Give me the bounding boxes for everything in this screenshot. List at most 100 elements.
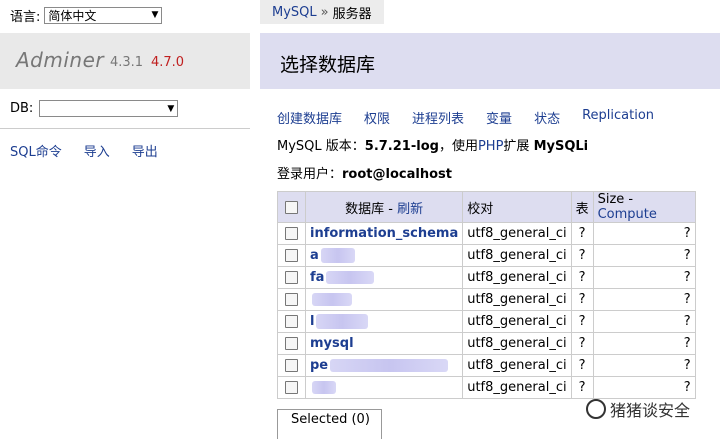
redaction-blur	[312, 293, 352, 306]
version-prefix: MySQL 版本：	[277, 139, 365, 154]
import-link[interactable]: 导入	[84, 141, 110, 160]
redaction-blur	[320, 248, 355, 263]
db-label: DB:	[10, 101, 34, 116]
db-selector-row: DB: ▼	[10, 100, 179, 117]
replication-link[interactable]: Replication	[582, 108, 654, 127]
database-table: 数据库 - 刷新 校对 表 Size - Compute information…	[277, 191, 696, 399]
tables-cell: ?	[570, 332, 594, 355]
database-link[interactable]: l	[310, 314, 314, 329]
compute-link[interactable]: Compute	[598, 207, 657, 222]
user-prefix: 登录用户：	[277, 167, 343, 182]
size-cell: ?	[592, 266, 696, 289]
table-row: a utf8_general_ci ? ?	[277, 244, 696, 267]
header-dash: -	[384, 201, 398, 217]
redaction-blur	[330, 359, 449, 372]
row-checkbox[interactable]	[285, 381, 298, 394]
new-version-link[interactable]: 4.7.0	[151, 55, 184, 70]
tables-cell: ?	[570, 354, 594, 377]
table-row: utf8_general_ci ? ?	[277, 376, 696, 399]
database-link[interactable]: mysql	[310, 336, 354, 351]
row-checkbox[interactable]	[285, 271, 298, 284]
header-dash: -	[624, 192, 634, 207]
tables-cell: ?	[570, 222, 594, 245]
status-link[interactable]: 状态	[534, 108, 560, 127]
collation-cell: utf8_general_ci	[462, 222, 572, 245]
page-header: 选择数据库	[260, 33, 720, 89]
select-all-checkbox[interactable]	[285, 200, 298, 214]
page-title: 选择数据库	[280, 54, 376, 76]
tables-cell: ?	[570, 244, 594, 267]
tables-cell: ?	[570, 288, 594, 311]
language-select-value: 简体中文	[48, 8, 97, 23]
database-header-label: 数据库	[345, 201, 385, 217]
app-logo-link[interactable]: Adminer	[16, 48, 104, 72]
table-row: l utf8_general_ci ? ?	[277, 310, 696, 333]
table-row: information_schema utf8_general_ci ? ?	[277, 222, 696, 245]
row-checkbox[interactable]	[285, 359, 298, 372]
size-cell: ?	[592, 288, 696, 311]
size-cell: ?	[592, 376, 696, 399]
select-all-cell[interactable]	[277, 191, 306, 223]
extension-name: MySQLi	[533, 139, 589, 154]
breadcrumb-separator: »	[320, 4, 329, 20]
chevron-down-icon: ▼	[167, 103, 175, 114]
watermark: 猪猪谈安全	[586, 397, 690, 421]
table-row: fa utf8_general_ci ? ?	[277, 266, 696, 289]
privileges-link[interactable]: 权限	[364, 108, 390, 127]
create-database-link[interactable]: 创建数据库	[277, 108, 342, 127]
app-version: 4.3.1	[110, 55, 144, 70]
export-link[interactable]: 导出	[132, 141, 158, 160]
collation-cell: utf8_general_ci	[462, 354, 572, 377]
row-checkbox[interactable]	[285, 315, 298, 328]
table-header-row: 数据库 - 刷新 校对 表 Size - Compute	[277, 191, 696, 223]
collation-cell: utf8_general_ci	[462, 288, 572, 311]
table-row: pe utf8_general_ci ? ?	[277, 354, 696, 377]
version-middle: ，使用	[438, 139, 478, 154]
action-links: 创建数据库 权限 进程列表 变量 状态 Replication	[277, 108, 654, 127]
selected-fieldset: Selected (0)	[277, 409, 382, 439]
size-column-header: Size - Compute	[592, 191, 696, 223]
breadcrumb-server: 服务器	[332, 6, 372, 22]
table-row: mysql utf8_general_ci ? ?	[277, 332, 696, 355]
variables-link[interactable]: 变量	[486, 108, 512, 127]
sql-command-link[interactable]: SQL命令	[10, 141, 62, 160]
language-select[interactable]: 简体中文 ▼	[44, 6, 163, 24]
size-cell: ?	[592, 332, 696, 355]
breadcrumb-mysql[interactable]: MySQL	[272, 5, 317, 20]
collation-cell: utf8_general_ci	[462, 266, 572, 289]
size-header-label: Size	[597, 192, 625, 207]
database-link[interactable]: a	[310, 248, 319, 263]
collation-cell: utf8_general_ci	[462, 376, 572, 399]
version-info: MySQL 版本：5.7.21-log，使用PHP扩展 MySQLi	[277, 135, 588, 154]
chevron-down-icon: ▼	[151, 10, 159, 20]
extension-label: 扩展	[503, 139, 530, 154]
row-checkbox[interactable]	[285, 227, 298, 240]
refresh-link[interactable]: 刷新	[397, 202, 423, 217]
size-cell: ?	[592, 354, 696, 377]
row-checkbox[interactable]	[285, 249, 298, 262]
breadcrumb: MySQL » 服务器	[260, 0, 384, 24]
redaction-blur	[326, 271, 375, 284]
row-checkbox[interactable]	[285, 337, 298, 350]
wechat-icon	[586, 399, 606, 419]
language-label: 语言:	[10, 9, 41, 25]
size-cell: ?	[592, 244, 696, 267]
database-column-header: 数据库 - 刷新	[304, 191, 464, 223]
sidebar-header: Adminer 4.3.1 4.7.0	[0, 33, 250, 89]
redaction-blur	[312, 381, 336, 394]
database-link[interactable]: pe	[310, 358, 328, 373]
database-link[interactable]: information_schema	[310, 226, 458, 241]
mysql-version: 5.7.21-log	[364, 139, 439, 154]
db-select[interactable]: ▼	[39, 100, 179, 117]
row-checkbox[interactable]	[285, 293, 298, 306]
php-link[interactable]: PHP	[478, 139, 503, 154]
sidebar-links: SQL命令 导入 导出	[10, 141, 158, 160]
tables-cell: ?	[570, 310, 594, 333]
collation-cell: utf8_general_ci	[462, 244, 572, 267]
process-list-link[interactable]: 进程列表	[412, 108, 464, 127]
database-link[interactable]: fa	[310, 270, 324, 285]
collation-column-header: 校对	[462, 191, 572, 223]
selected-legend: Selected (0)	[288, 412, 373, 427]
table-row: utf8_general_ci ? ?	[277, 288, 696, 311]
size-cell: ?	[592, 222, 696, 245]
